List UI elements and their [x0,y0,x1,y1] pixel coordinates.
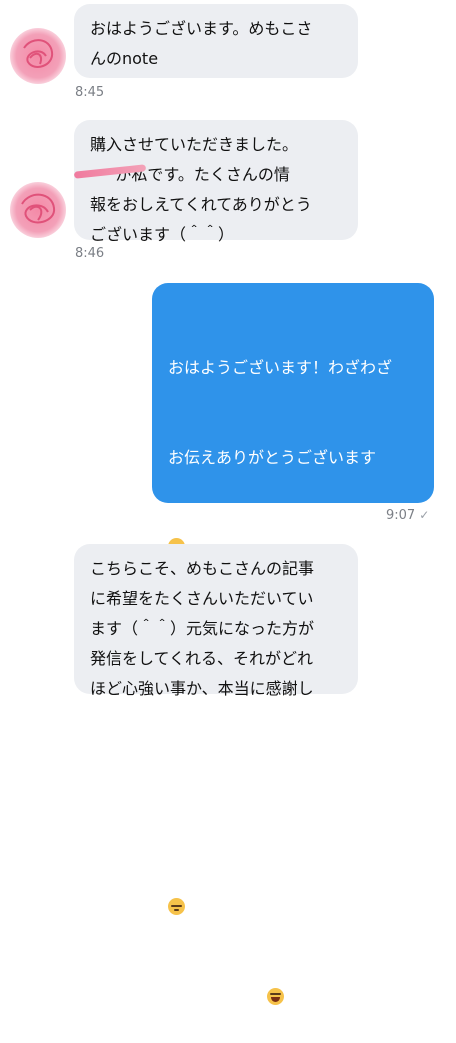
message-line: そして通院タイミングお伝えし [168,718,392,737]
incoming-message-bubble[interactable]: おはようございます。めもこさ んのnote [74,4,358,78]
message-line: ていただいてたのにすみません [168,808,392,827]
outgoing-message-bubble[interactable]: おはようございます！わざわざ お伝えありがとうございます 嬉しいです！ そして通… [152,283,434,1007]
message-line: おはようございます！わざわざ [168,358,393,377]
message-text: 私は大体平日なので被ると [185,898,383,917]
message-line: うれしいです [168,983,422,1013]
read-check-icon: ✓ [419,508,430,522]
message-text: うれしいです [168,988,264,1007]
message-line: お伝えありがとうございます [168,448,377,467]
message-timestamp: 8:45 [75,85,105,100]
message-line: 私は大体平日なので被ると [168,893,422,923]
message-timestamp: 9:07 ✓ [386,508,429,523]
incoming-message-bubble[interactable]: 購入させていただきました。 が私です。たくさんの情 報をおしえてくれてありがとう… [74,120,358,244]
avatar[interactable] [10,182,66,238]
avatar-scribble [21,193,56,224]
avatar[interactable] [10,28,66,84]
sweat-face-emoji [168,898,185,915]
incoming-message-bubble[interactable]: こちらこそ、めもこさんの記事 に希望をたくさんいただいてい ます（＾＾）元気にな… [74,544,358,698]
message-timestamp: 8:46 [75,246,105,261]
message-time: 9:07 [386,508,416,523]
grinning-squinting-face-emoji [266,988,284,1005]
avatar-scribble [23,39,54,68]
